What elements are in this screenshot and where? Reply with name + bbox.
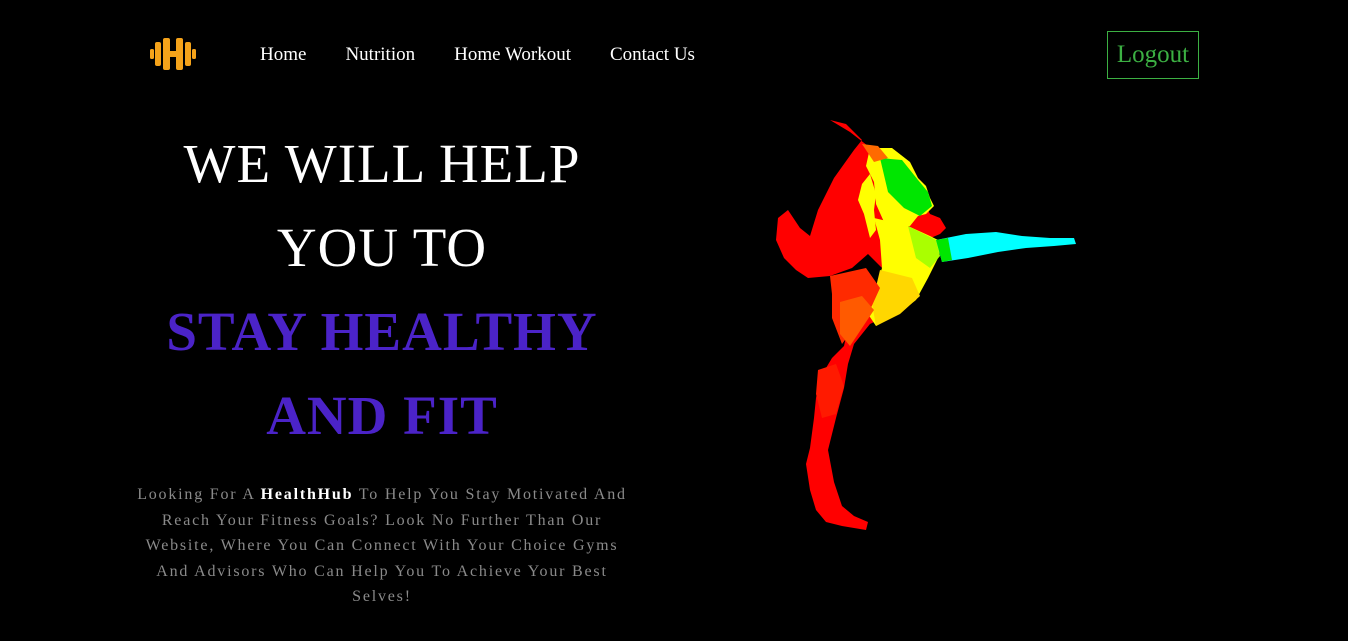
hero-heading-line-4: AND FIT <box>266 385 498 446</box>
hero-heading-line-2: YOU TO <box>276 217 488 278</box>
nav-nutrition[interactable]: Nutrition <box>345 45 415 65</box>
hero-heading-line-3: STAY HEALTHY <box>166 301 598 362</box>
main-nav: Home Nutrition Home Workout Contact Us <box>260 45 734 65</box>
hero-description: Looking For A HealthHub To Help You Stay… <box>130 482 634 610</box>
nav-home-workout[interactable]: Home Workout <box>454 45 571 65</box>
hero-heading-line-1: WE WILL HELP <box>183 133 581 194</box>
yoga-pose-illustration <box>776 120 1076 530</box>
desc-text-after: To Help You Stay Motivated And Reach You… <box>145 486 627 605</box>
desc-text-before: Looking For A <box>137 486 261 503</box>
nav-home[interactable]: Home <box>260 45 306 65</box>
logout-button[interactable]: Logout <box>1107 31 1199 79</box>
dumbbell-logo-icon[interactable] <box>150 38 196 70</box>
hero-section: WE WILL HELP YOU TO STAY HEALTHY AND FIT… <box>130 122 634 626</box>
nav-contact-us[interactable]: Contact Us <box>610 45 695 65</box>
brand-name: HealthHub <box>260 486 354 503</box>
